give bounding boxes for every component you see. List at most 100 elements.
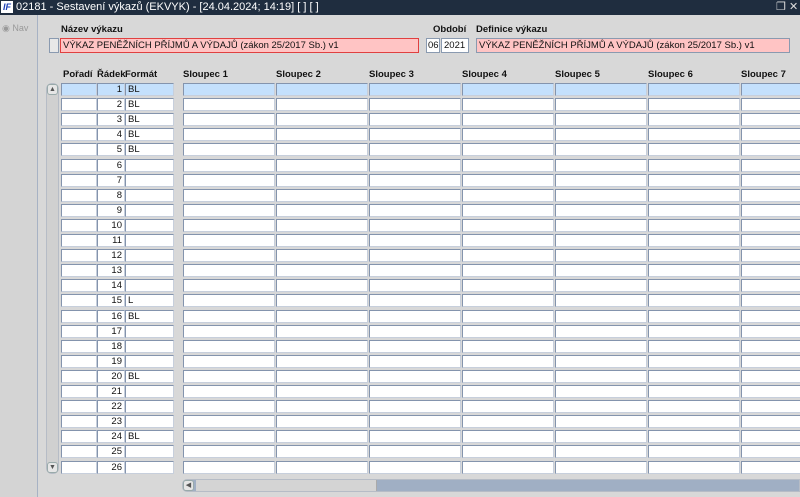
- column-6-cell[interactable]: [648, 400, 740, 414]
- column-7-cell[interactable]: [741, 324, 800, 338]
- order-cell[interactable]: [61, 83, 97, 96]
- column-5-cell[interactable]: [555, 83, 647, 96]
- column-4-cell[interactable]: [462, 279, 554, 293]
- column-4-cell[interactable]: [462, 445, 554, 459]
- column-1-cell[interactable]: [183, 173, 275, 187]
- horizontal-scrollbar[interactable]: ◀: [182, 479, 800, 492]
- row-cell[interactable]: 14: [97, 279, 125, 293]
- column-1-cell[interactable]: [183, 143, 275, 157]
- column-5-cell[interactable]: [555, 203, 647, 217]
- column-6-cell[interactable]: [648, 415, 740, 429]
- row-cell[interactable]: 16: [97, 309, 125, 323]
- format-cell[interactable]: [125, 173, 174, 187]
- column-2-cell[interactable]: [276, 460, 368, 474]
- column-5-cell[interactable]: [555, 158, 647, 172]
- column-7-cell[interactable]: [741, 309, 800, 323]
- column-2-cell[interactable]: [276, 294, 368, 308]
- order-cell[interactable]: [61, 98, 97, 112]
- format-cell[interactable]: BL: [125, 430, 174, 444]
- column-3-cell[interactable]: [369, 158, 461, 172]
- column-5-cell[interactable]: [555, 324, 647, 338]
- row-cell[interactable]: 7: [97, 173, 125, 187]
- column-6-cell[interactable]: [648, 430, 740, 444]
- column-5-cell[interactable]: [555, 98, 647, 112]
- column-7-cell[interactable]: [741, 400, 800, 414]
- column-1-cell[interactable]: [183, 445, 275, 459]
- column-5-cell[interactable]: [555, 173, 647, 187]
- order-cell[interactable]: [61, 460, 97, 474]
- column-2-cell[interactable]: [276, 279, 368, 293]
- column-5-cell[interactable]: [555, 400, 647, 414]
- column-2-cell[interactable]: [276, 188, 368, 202]
- column-7-cell[interactable]: [741, 430, 800, 444]
- column-3-cell[interactable]: [369, 113, 461, 127]
- order-cell[interactable]: [61, 324, 97, 338]
- format-cell[interactable]: BL: [125, 113, 174, 127]
- column-3-cell[interactable]: [369, 415, 461, 429]
- column-5-cell[interactable]: [555, 279, 647, 293]
- row-cell[interactable]: 21: [97, 385, 125, 398]
- column-4-cell[interactable]: [462, 98, 554, 112]
- column-5-cell[interactable]: [555, 234, 647, 247]
- column-2-cell[interactable]: [276, 234, 368, 247]
- column-1-cell[interactable]: [183, 188, 275, 202]
- column-7-cell[interactable]: [741, 128, 800, 142]
- column-3-cell[interactable]: [369, 188, 461, 202]
- column-4-cell[interactable]: [462, 264, 554, 278]
- column-7-cell[interactable]: [741, 249, 800, 263]
- column-2-cell[interactable]: [276, 339, 368, 353]
- column-4-cell[interactable]: [462, 324, 554, 338]
- column-2-cell[interactable]: [276, 385, 368, 398]
- column-6-cell[interactable]: [648, 203, 740, 217]
- order-cell[interactable]: [61, 445, 97, 459]
- column-5-cell[interactable]: [555, 339, 647, 353]
- order-cell[interactable]: [61, 385, 97, 398]
- period-year-field[interactable]: 2021: [441, 38, 469, 53]
- column-3-cell[interactable]: [369, 98, 461, 112]
- column-4-cell[interactable]: [462, 249, 554, 263]
- row-cell[interactable]: 25: [97, 445, 125, 459]
- column-3-cell[interactable]: [369, 339, 461, 353]
- order-cell[interactable]: [61, 369, 97, 383]
- format-cell[interactable]: BL: [125, 369, 174, 383]
- format-cell[interactable]: [125, 400, 174, 414]
- column-4-cell[interactable]: [462, 203, 554, 217]
- column-4-cell[interactable]: [462, 218, 554, 232]
- row-cell[interactable]: 19: [97, 354, 125, 368]
- column-2-cell[interactable]: [276, 354, 368, 368]
- column-4-cell[interactable]: [462, 415, 554, 429]
- row-cell[interactable]: 22: [97, 400, 125, 414]
- vertical-scrollbar[interactable]: ▲ ▼: [46, 83, 59, 474]
- row-cell[interactable]: 6: [97, 158, 125, 172]
- column-5-cell[interactable]: [555, 354, 647, 368]
- column-3-cell[interactable]: [369, 264, 461, 278]
- row-cell[interactable]: 2: [97, 98, 125, 112]
- column-2-cell[interactable]: [276, 415, 368, 429]
- row-cell[interactable]: 3: [97, 113, 125, 127]
- column-5-cell[interactable]: [555, 460, 647, 474]
- column-6-cell[interactable]: [648, 264, 740, 278]
- column-3-cell[interactable]: [369, 83, 461, 96]
- row-cell[interactable]: 10: [97, 218, 125, 232]
- row-cell[interactable]: 9: [97, 203, 125, 217]
- format-cell[interactable]: BL: [125, 83, 174, 96]
- column-4-cell[interactable]: [462, 113, 554, 127]
- format-cell[interactable]: [125, 249, 174, 263]
- row-cell[interactable]: 8: [97, 188, 125, 202]
- restore-icon[interactable]: ❐: [776, 0, 786, 15]
- column-5-cell[interactable]: [555, 294, 647, 308]
- column-2-cell[interactable]: [276, 249, 368, 263]
- column-3-cell[interactable]: [369, 294, 461, 308]
- column-4-cell[interactable]: [462, 143, 554, 157]
- row-cell[interactable]: 26: [97, 460, 125, 474]
- column-3-cell[interactable]: [369, 143, 461, 157]
- column-3-cell[interactable]: [369, 128, 461, 142]
- row-cell[interactable]: 18: [97, 339, 125, 353]
- column-5-cell[interactable]: [555, 264, 647, 278]
- column-4-cell[interactable]: [462, 294, 554, 308]
- row-cell[interactable]: 17: [97, 324, 125, 338]
- order-cell[interactable]: [61, 400, 97, 414]
- column-1-cell[interactable]: [183, 339, 275, 353]
- column-7-cell[interactable]: [741, 369, 800, 383]
- column-3-cell[interactable]: [369, 173, 461, 187]
